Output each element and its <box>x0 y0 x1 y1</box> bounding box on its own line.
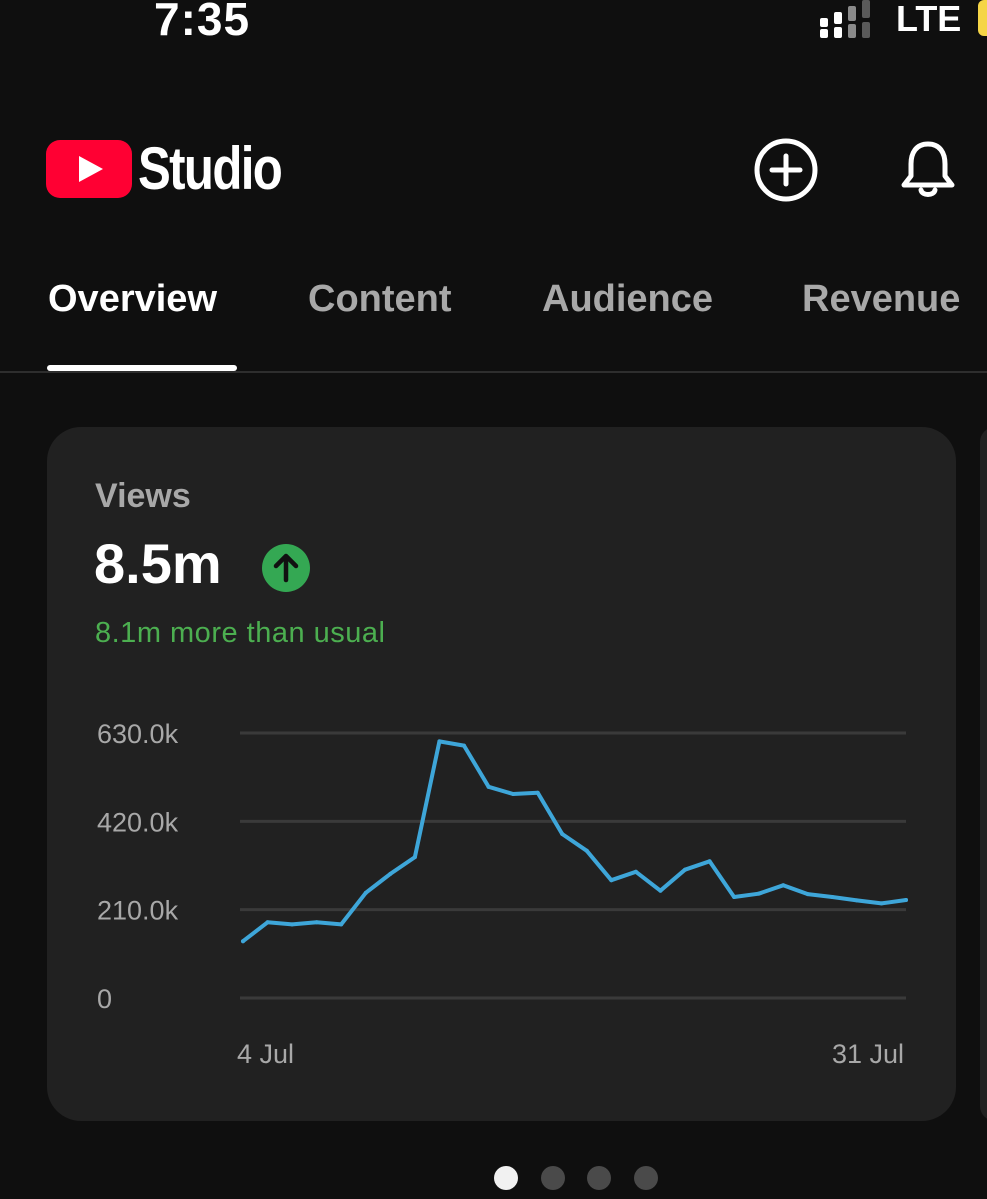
tab-bar: Overview Content Audience Revenue <box>0 270 987 372</box>
views-data-point <box>658 888 663 893</box>
views-data-point <box>830 895 835 900</box>
signal-bars-icon <box>820 0 870 38</box>
y-tick-label: 420.0k <box>97 807 179 837</box>
views-data-point <box>732 895 737 900</box>
pagination-dot[interactable] <box>541 1166 565 1190</box>
views-data-point <box>290 922 295 927</box>
pagination-dot[interactable] <box>587 1166 611 1190</box>
y-tick-label: 210.0k <box>97 896 179 926</box>
views-data-point <box>462 743 466 748</box>
plus-circle-icon <box>754 138 818 202</box>
next-card-peek <box>980 427 987 1121</box>
app-name: Studio <box>138 135 283 202</box>
tab-revenue[interactable]: Revenue <box>802 278 960 321</box>
views-data-point <box>683 867 687 872</box>
views-data-point <box>363 890 368 895</box>
studio-dashboard: 7:35 LTE Studio Overview Content Audienc <box>0 0 987 1199</box>
tabs-divider <box>0 371 987 373</box>
views-data-point <box>412 855 417 860</box>
views-data-point <box>314 920 319 925</box>
y-tick-label: 0 <box>97 984 112 1014</box>
tab-overview[interactable]: Overview <box>48 278 217 321</box>
views-data-point <box>879 901 884 906</box>
views-data-point <box>854 898 859 903</box>
views-data-point <box>486 784 491 789</box>
create-button[interactable] <box>752 136 820 204</box>
x-tick-label: 4 Jul <box>237 1039 294 1069</box>
views-data-point <box>756 891 761 896</box>
views-data-point <box>511 791 516 796</box>
tab-audience[interactable]: Audience <box>542 278 713 321</box>
views-data-point <box>535 790 540 795</box>
youtube-play-icon <box>46 140 132 198</box>
views-data-point <box>241 939 245 944</box>
network-type: LTE <box>896 0 962 39</box>
views-series-line <box>241 739 908 944</box>
views-data-point <box>265 920 270 925</box>
views-data-point <box>633 869 638 874</box>
views-data-point <box>339 922 344 927</box>
views-data-point <box>781 883 786 888</box>
views-data-point <box>707 859 712 864</box>
views-data-point <box>609 878 614 883</box>
bell-icon <box>901 141 955 197</box>
views-data-point <box>904 897 908 902</box>
battery-icon <box>978 0 987 36</box>
pagination-dot[interactable] <box>494 1166 518 1190</box>
notifications-button[interactable] <box>894 136 962 204</box>
pagination-dot[interactable] <box>634 1166 658 1190</box>
views-card[interactable]: Views 8.5m 8.1m more than usual 630.0k 42… <box>47 427 956 1121</box>
views-data-point <box>584 848 589 853</box>
views-line-chart: 630.0k 420.0k 210.0k 0 4 Jul 31 Jul <box>97 719 908 1069</box>
y-tick-label: 630.0k <box>97 719 179 749</box>
views-data-point <box>437 739 442 744</box>
views-data-point <box>805 892 810 897</box>
x-tick-label: 31 Jul <box>832 1039 904 1069</box>
carousel-pagination <box>0 1166 987 1194</box>
views-data-point <box>560 831 565 836</box>
tab-content[interactable]: Content <box>308 278 452 321</box>
views-data-point <box>388 871 393 876</box>
status-time: 7:35 <box>154 0 251 45</box>
